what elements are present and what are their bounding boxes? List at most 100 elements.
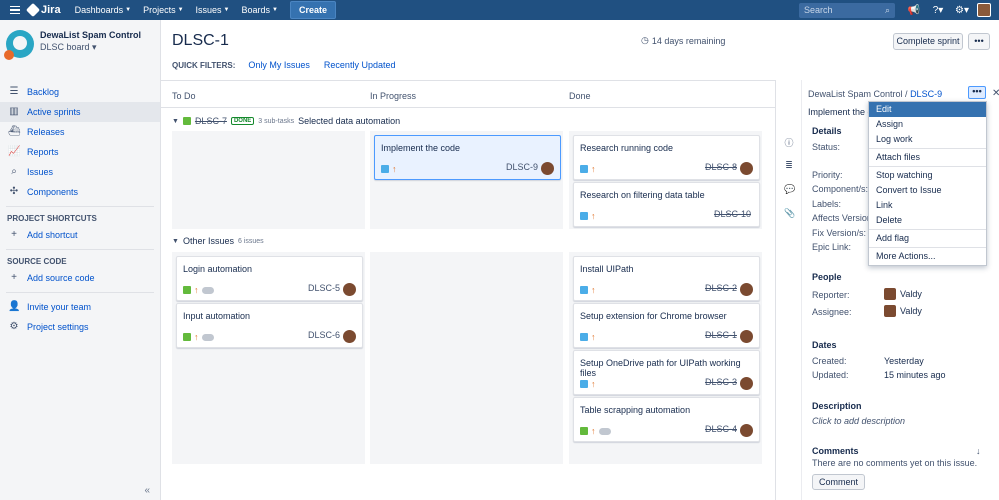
issue-card-dlsc-9[interactable]: Implement the code ↑ DLSC-9 bbox=[374, 135, 561, 180]
nav-projects[interactable]: Projects ▼ bbox=[143, 5, 183, 15]
comments-heading: Comments bbox=[812, 446, 859, 456]
card-key[interactable]: DLSC-6 bbox=[308, 330, 340, 340]
card-key[interactable]: DLSC-3 bbox=[705, 377, 737, 387]
assignee-value[interactable]: Valdy bbox=[884, 305, 922, 317]
sidebar-item-label: Releases bbox=[27, 127, 65, 137]
sort-arrow-icon[interactable]: ↓ bbox=[976, 446, 981, 456]
card-key[interactable]: DLSC-1 bbox=[705, 330, 737, 340]
project-avatar[interactable] bbox=[4, 30, 34, 60]
issue-card-dlsc-3[interactable]: Setup OneDrive path for UIPath working f… bbox=[573, 350, 760, 395]
issue-actions-button[interactable]: ••• bbox=[968, 86, 986, 99]
sidebar-item-label: Backlog bbox=[27, 87, 60, 97]
field-labels-label: Labels: bbox=[812, 199, 842, 209]
menu-item-add-flag[interactable]: Add flag bbox=[869, 231, 986, 246]
priority-high-icon: ↑ bbox=[194, 285, 199, 295]
nav-boards[interactable]: Boards ▼ bbox=[242, 5, 278, 15]
board-area: DLSC-1 QUICK FILTERS: Only My Issues Rec… bbox=[161, 20, 775, 500]
user-avatar[interactable] bbox=[977, 3, 991, 17]
attachment-icon[interactable]: 📎 bbox=[784, 208, 795, 218]
breadcrumb-project[interactable]: DewaList Spam Control / bbox=[808, 89, 908, 99]
column-in-progress: In Progress bbox=[370, 91, 417, 101]
nav-issues[interactable]: Issues ▼ bbox=[196, 5, 230, 15]
sidebar-item-releases[interactable]: ⛴ Releases bbox=[0, 122, 160, 142]
menu-item-link[interactable]: Link bbox=[869, 198, 986, 213]
menu-item-log-work[interactable]: Log work bbox=[869, 132, 986, 147]
story-icon bbox=[580, 427, 588, 435]
avatar bbox=[740, 424, 753, 437]
parent-issue-key[interactable]: DLSC-7 bbox=[195, 116, 227, 126]
collapse-sidebar-icon[interactable]: « bbox=[144, 485, 150, 496]
invite-team-link[interactable]: 👤 Invite your team bbox=[0, 297, 160, 317]
swimlane-header-dlsc-7[interactable]: ▼ DLSC-7 DONE 3 sub-tasks Selected data … bbox=[172, 116, 400, 126]
card-key[interactable]: DLSC-4 bbox=[705, 424, 737, 434]
sidebar-item-reports[interactable]: 📈 Reports bbox=[0, 142, 160, 162]
jira-logo[interactable]: Jira bbox=[25, 2, 61, 18]
comment-button[interactable]: Comment bbox=[812, 474, 866, 490]
issue-card-dlsc-5[interactable]: Login automation ↑ DLSC-5 bbox=[176, 256, 363, 301]
puzzle-icon: ✣ bbox=[9, 186, 19, 197]
close-icon[interactable]: ✕ bbox=[992, 88, 999, 99]
menu-item-delete[interactable]: Delete bbox=[869, 213, 986, 228]
source-code-heading: SOURCE CODE bbox=[7, 256, 67, 266]
board-more-button[interactable]: ••• bbox=[968, 33, 990, 50]
menu-item-edit[interactable]: Edit bbox=[869, 102, 986, 117]
backlog-icon: ☰ bbox=[9, 86, 19, 97]
search-input[interactable]: Search ⌕ bbox=[799, 2, 895, 18]
sidebar-item-active-sprints[interactable]: ▥ Active sprints bbox=[0, 102, 160, 122]
menu-item-convert-to-issue[interactable]: Convert to Issue bbox=[869, 183, 986, 198]
nav-dashboards[interactable]: Dashboards ▼ bbox=[75, 5, 131, 15]
add-shortcut-link[interactable]: + Add shortcut bbox=[0, 225, 160, 245]
issue-card-dlsc-4[interactable]: Table scrapping automation ↑ DLSC-4 bbox=[573, 397, 760, 442]
card-key[interactable]: DLSC-5 bbox=[308, 283, 340, 293]
project-name[interactable]: DewaList Spam Control bbox=[40, 30, 141, 40]
issue-summary[interactable]: Implement the co bbox=[808, 107, 877, 117]
priority-high-icon: ↑ bbox=[194, 332, 199, 342]
breadcrumb-issue-key[interactable]: DLSC-9 bbox=[910, 89, 942, 99]
project-sidebar: DewaList Spam Control DLSC board ▾ ☰ Back… bbox=[0, 20, 161, 500]
sidebar-item-backlog[interactable]: ☰ Backlog bbox=[0, 82, 160, 102]
issue-card-dlsc-1[interactable]: Setup extension for Chrome browser ↑ DLS… bbox=[573, 303, 760, 348]
filter-only-my-issues[interactable]: Only My Issues bbox=[248, 60, 310, 70]
card-key[interactable]: DLSC-10 bbox=[714, 209, 751, 219]
menu-item-more-actions[interactable]: More Actions... bbox=[869, 249, 986, 264]
comment-icon[interactable]: 💬 bbox=[784, 184, 795, 194]
field-fix-version-label: Fix Version/s: bbox=[812, 228, 867, 238]
menu-item-assign[interactable]: Assign bbox=[869, 117, 986, 132]
add-source-code-link[interactable]: + Add source code bbox=[0, 268, 160, 288]
issue-card-dlsc-6[interactable]: Input automation ↑ DLSC-6 bbox=[176, 303, 363, 348]
sidebar-item-issues[interactable]: ⌕ Issues bbox=[0, 162, 160, 182]
description-field[interactable]: Click to add description bbox=[812, 416, 905, 426]
card-key[interactable]: DLSC-9 bbox=[506, 162, 538, 172]
issue-card-dlsc-10[interactable]: Research on filtering data table ↑ DLSC-… bbox=[573, 182, 760, 227]
issue-card-dlsc-2[interactable]: Install UIPath ↑ DLSC-2 bbox=[573, 256, 760, 301]
jira-logo-icon bbox=[25, 2, 41, 18]
info-icon[interactable]: ⓘ bbox=[784, 136, 794, 148]
reporter-value[interactable]: Valdy bbox=[884, 288, 922, 300]
board-selector[interactable]: DLSC board ▾ bbox=[40, 42, 141, 53]
avatar bbox=[884, 305, 896, 317]
app-switcher-icon[interactable] bbox=[6, 0, 24, 20]
issue-card-dlsc-8[interactable]: Research running code ↑ DLSC-8 bbox=[573, 135, 760, 180]
created-value: Yesterday bbox=[884, 356, 924, 366]
gear-icon[interactable]: ⚙▾ bbox=[953, 5, 971, 16]
field-status-label: Status: bbox=[812, 142, 841, 152]
parent-issue-summary: Selected data automation bbox=[298, 116, 401, 126]
menu-item-stop-watching[interactable]: Stop watching bbox=[869, 168, 986, 183]
create-button[interactable]: Create bbox=[289, 1, 336, 19]
chevron-down-icon: ▼ bbox=[172, 237, 179, 245]
card-key[interactable]: DLSC-2 bbox=[705, 283, 737, 293]
complete-sprint-button[interactable]: Complete sprint bbox=[893, 33, 963, 50]
document-icon[interactable]: ≣ bbox=[784, 160, 794, 170]
menu-item-attach-files[interactable]: Attach files bbox=[869, 150, 986, 165]
chevron-down-icon: ▼ bbox=[272, 7, 278, 13]
megaphone-icon[interactable]: 📢 bbox=[905, 5, 923, 16]
sidebar-item-components[interactable]: ✣ Components bbox=[0, 182, 160, 202]
chevron-down-icon: ▼ bbox=[177, 7, 184, 13]
todo-column-lane1 bbox=[172, 131, 365, 229]
filter-recently-updated[interactable]: Recently Updated bbox=[324, 60, 396, 70]
project-settings-link[interactable]: ⚙ Project settings bbox=[0, 317, 160, 337]
avatar bbox=[884, 288, 896, 300]
help-icon[interactable]: ?▾ bbox=[929, 5, 947, 16]
swimlane-header-other[interactable]: ▼ Other Issues 6 issues bbox=[172, 236, 264, 246]
card-key[interactable]: DLSC-8 bbox=[705, 162, 737, 172]
